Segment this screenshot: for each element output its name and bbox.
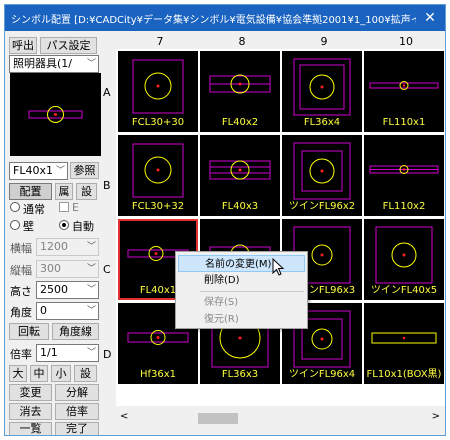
scale-label: 倍率 [10,348,32,361]
symbol-cell[interactable]: ツインFL40x5 [364,219,444,300]
symbol-cell[interactable]: FL36x4 [282,51,362,132]
scale-value: 1/1 [40,346,58,359]
symbol-cell[interactable]: FL40x2 [200,51,280,132]
chevron-down-icon: ﹀ [86,59,96,69]
symbol-cell[interactable]: ツインFL96x2 [282,135,362,216]
normal-label: 通常 [23,203,45,216]
symbol-label: FCL30+30 [131,117,185,128]
place-button[interactable]: 配置 [9,183,52,200]
symbol-cell[interactable]: FCL30+30 [118,51,198,132]
chevron-down-icon: ﹀ [86,285,96,295]
scroll-left-icon[interactable]: < [120,411,128,422]
close-icon[interactable]: ✕ [421,9,439,27]
width-select[interactable]: 1200 ﹀ [36,238,99,256]
change-button[interactable]: 変更 [9,384,52,401]
path-settings-button[interactable]: パス設定 [40,37,97,54]
category-select[interactable]: 照明器具(1/ ﹀ [9,55,99,73]
symbol-label: Hf36x1 [139,369,177,380]
chevron-down-icon: ﹀ [86,242,96,252]
row-header: A [103,86,111,99]
e-checkbox[interactable] [59,202,69,212]
reference-button[interactable]: 参照 [70,162,99,179]
symbol-cell[interactable]: FL110x1 [364,51,444,132]
row-header: C [103,263,111,276]
symbol-label: FL110x1 [382,117,426,128]
symbol-cell[interactable]: FL10x1(BOX黒) [364,303,444,384]
setting-button[interactable]: 設 [76,183,97,200]
symbol-label: FCL30+32 [131,201,185,212]
menu-item-restore[interactable]: 復元(R) [178,311,305,328]
list-button[interactable]: 一覧 [9,422,52,435]
scroll-right-icon[interactable]: > [432,411,440,422]
depth-value: 300 [40,262,61,275]
width-label: 横幅 [10,242,32,255]
mouse-cursor-icon [272,258,285,276]
wall-radio[interactable] [10,220,20,230]
context-menu: 名前の変更(M) 削除(D) 保存(S) 復元(R) [175,251,308,329]
symbol-label: FL36x3 [221,369,259,380]
elevation-select[interactable]: 2500 ﹀ [36,281,99,299]
chevron-down-icon: ﹀ [86,306,96,316]
elevation-label: 高さ [10,285,32,298]
chevron-down-icon: ﹀ [55,166,65,176]
depth-label: 縦幅 [10,264,32,277]
angle-label: 角度 [10,306,32,319]
attribute-button[interactable]: 属 [55,183,73,200]
angle-line-button[interactable]: 角度線 [52,323,99,340]
explode-button[interactable]: 分解 [55,384,99,401]
menu-separator [200,291,304,292]
rotate-button[interactable]: 回転 [9,323,49,340]
window-title: シンボル配置 [D:¥CADCity¥データ集¥シンボル¥電気設備¥協会準拠20… [11,15,416,26]
setting2-button[interactable]: 設 [74,365,97,382]
call-button[interactable]: 呼出 [9,37,37,54]
width-value: 1200 [40,240,68,253]
elevation-value: 2500 [40,283,68,296]
symbol-label: ツインFL40x5 [370,285,438,296]
chevron-down-icon: ﹀ [86,348,96,358]
symbol-label: ツインFL96x2 [288,201,356,212]
symbol-cell[interactable]: FCL30+32 [118,135,198,216]
symbol-preview [10,73,101,156]
symbol-select[interactable]: FL40x1 ﹀ [9,162,68,180]
done-button[interactable]: 完了 [55,422,99,435]
erase-button[interactable]: 消去 [9,403,52,420]
menu-item-save[interactable]: 保存(S) [178,294,305,311]
symbol-grid: FCL30+30 FL40x2 FL36x4 FL110x1 FCL30+32 … [116,49,445,406]
wall-label: 壁 [23,220,34,233]
magnify-button[interactable]: 倍率 [55,403,99,420]
column-header: 7 [156,35,164,48]
scroll-thumb[interactable] [198,413,238,424]
horizontal-scrollbar[interactable]: < > [116,410,445,427]
column-header: 9 [320,35,328,48]
symbol-label: ツインFL96x4 [288,369,356,380]
small-button[interactable]: 小 [51,365,71,382]
symbol-label: FL40x2 [221,117,259,128]
chevron-down-icon: ﹀ [86,264,96,274]
large-button[interactable]: 大 [9,365,27,382]
e-label: E [72,201,79,214]
category-value: 照明器具(1/ [13,57,72,70]
symbol-cell[interactable]: FL110x2 [364,135,444,216]
column-header: 10 [399,35,413,48]
symbol-cell[interactable]: FL40x3 [200,135,280,216]
angle-select[interactable]: 0 ﹀ [36,302,99,320]
symbol-label: FL110x2 [382,201,426,212]
normal-radio[interactable] [10,202,20,212]
symbol-placement-window: シンボル配置 [D:¥CADCity¥データ集¥シンボル¥電気設備¥協会準拠20… [4,4,446,436]
symbol-label: FL10x1(BOX黒) [366,369,442,380]
depth-select[interactable]: 300 ﹀ [36,260,99,278]
symbol-label: FL40x3 [221,201,259,212]
symbol-label: FL36x4 [303,117,341,128]
angle-value: 0 [40,304,47,317]
medium-button[interactable]: 中 [30,365,48,382]
row-header: B [103,179,111,192]
row-header: D [103,348,112,361]
preview-symbol [28,106,83,123]
auto-radio[interactable] [59,220,69,230]
auto-label: 自動 [72,220,94,233]
title-bar[interactable]: シンボル配置 [D:¥CADCity¥データ集¥シンボル¥電気設備¥協会準拠20… [5,5,445,31]
symbol-value: FL40x1 [13,164,53,177]
column-header: 8 [238,35,246,48]
scale-select[interactable]: 1/1 ﹀ [36,344,99,362]
